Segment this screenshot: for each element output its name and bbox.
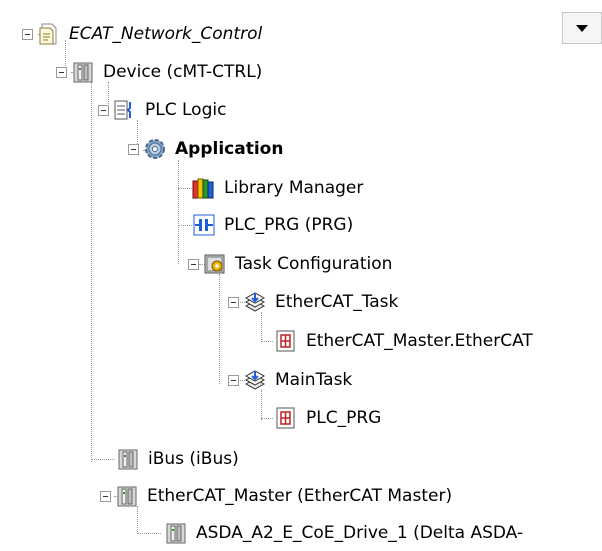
tree-node-label: EtherCAT_Master.EtherCAT: [306, 331, 533, 351]
device-icon: [118, 449, 138, 470]
tree-node-library-manager[interactable]: Library Manager: [192, 170, 363, 206]
tree-node-label: PLC Logic: [145, 100, 227, 120]
collapse-toggle[interactable]: [188, 258, 199, 270]
device-icon: [73, 62, 93, 83]
tree-node-label: Task Configuration: [235, 254, 393, 274]
task-config-icon: [204, 254, 225, 274]
dropdown-button[interactable]: [562, 12, 602, 44]
gear-icon: [145, 139, 165, 159]
program-icon: [193, 214, 215, 236]
chevron-down-icon: [576, 24, 588, 32]
device-icon: [117, 486, 137, 507]
tree-node-maintask[interactable]: MainTask: [228, 362, 352, 398]
task-icon: [244, 292, 266, 312]
collapse-toggle[interactable]: [56, 66, 67, 78]
library-books-icon: [192, 178, 214, 199]
tree-node-device[interactable]: Device (cMT-CTRL): [56, 54, 262, 90]
collapse-toggle[interactable]: [128, 143, 139, 155]
tree-node-label: Device (cMT-CTRL): [103, 62, 263, 82]
tree-node-label: ECAT_Network_Control: [69, 24, 263, 44]
call-icon: [276, 330, 295, 352]
tree-node-ethercat-master[interactable]: EtherCAT_Master (EtherCAT Master): [100, 478, 452, 514]
tree-node-label: PLC_PRG (PRG): [224, 215, 354, 235]
tree-node-label: Application: [175, 139, 284, 159]
tree-node-label: ASDA_A2_E_CoE_Drive_1 (Delta ASDA-: [196, 523, 524, 543]
collapse-toggle[interactable]: [98, 104, 109, 116]
collapse-toggle[interactable]: [228, 374, 239, 386]
tree-node-plc-prg-call[interactable]: PLC_PRG: [274, 400, 381, 436]
collapse-toggle[interactable]: [100, 490, 111, 502]
tree-node-application[interactable]: Application: [128, 131, 283, 167]
tree-node-ibus[interactable]: iBus (iBus): [116, 441, 239, 477]
project-icon: [39, 23, 57, 45]
tree-node-label: EtherCAT_Master (EtherCAT Master): [147, 486, 453, 506]
tree-node-plc-prg[interactable]: PLC_PRG (PRG): [192, 207, 353, 243]
tree-node-project[interactable]: ECAT_Network_Control: [22, 16, 262, 52]
tree-node-ethercat-master-call[interactable]: EtherCAT_Master.EtherCAT: [274, 323, 533, 359]
device-icon: [166, 523, 186, 544]
device-tree: ECAT_Network_Control Device (cMT-CTRL) P…: [0, 0, 602, 549]
task-icon: [244, 370, 266, 390]
tree-node-ethercat-task[interactable]: EtherCAT_Task: [228, 284, 398, 320]
tree-node-label: MainTask: [275, 370, 353, 390]
collapse-toggle[interactable]: [228, 296, 239, 308]
tree-node-label: iBus (iBus): [148, 449, 239, 469]
tree-node-asda-drive[interactable]: ASDA_A2_E_CoE_Drive_1 (Delta ASDA-: [164, 515, 523, 551]
call-icon: [276, 407, 295, 429]
tree-node-label: PLC_PRG: [306, 408, 382, 428]
tree-node-label: EtherCAT_Task: [275, 292, 399, 312]
plc-logic-icon: [114, 100, 131, 120]
tree-node-label: Library Manager: [224, 178, 364, 198]
collapse-toggle[interactable]: [22, 28, 33, 40]
tree-node-task-configuration[interactable]: Task Configuration: [188, 246, 392, 282]
tree-node-plc-logic[interactable]: PLC Logic: [98, 92, 226, 128]
